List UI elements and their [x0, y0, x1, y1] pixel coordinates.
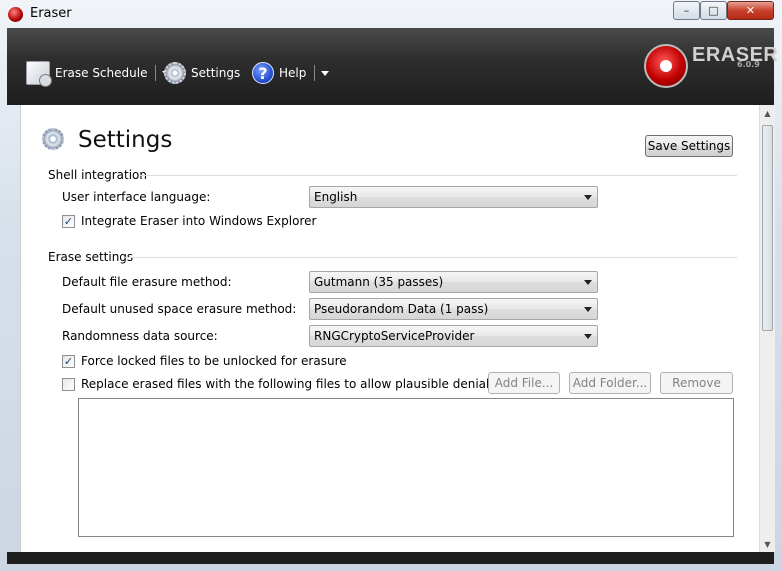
plausible-deniability-label: Replace erased files with the following … [81, 377, 516, 391]
help-menu[interactable]: ? Help [252, 60, 330, 86]
scroll-thumb[interactable] [762, 125, 773, 331]
brand-name: ERASER [692, 44, 779, 66]
eraser-app-icon [8, 7, 23, 22]
randomness-select[interactable]: RNGCryptoServiceProvider [309, 325, 598, 347]
help-label: Help [279, 66, 307, 80]
eraser-logo-icon [644, 44, 688, 88]
erase-schedule-menu[interactable]: Erase Schedule [26, 60, 171, 87]
add-folder-button[interactable]: Add Folder... [569, 372, 651, 394]
shell-integration-heading: Shell integration [48, 168, 148, 182]
language-select[interactable]: English [309, 186, 598, 208]
chevron-down-icon[interactable] [321, 70, 330, 76]
title-bar: Eraser – □ ✕ [0, 0, 782, 28]
chevron-down-icon [584, 195, 592, 200]
bottom-border [7, 552, 774, 564]
unused-method-select[interactable]: Pseudorandom Data (1 pass) [309, 298, 598, 320]
file-method-select[interactable]: Gutmann (35 passes) [309, 271, 598, 293]
save-settings-button[interactable]: Save Settings [645, 135, 733, 157]
help-icon: ? [252, 62, 274, 84]
settings-menu[interactable]: Settings [164, 60, 240, 86]
toolbar-separator [155, 65, 157, 81]
page-title: Settings [78, 127, 173, 153]
vertical-scrollbar[interactable]: ▲ ▼ [759, 105, 775, 552]
minimize-button[interactable]: – [673, 1, 700, 20]
integrate-explorer-label: Integrate Eraser into Windows Explorer [81, 214, 317, 228]
integrate-explorer-checkbox[interactable]: ✓ [62, 214, 75, 228]
settings-gear-icon [42, 128, 64, 150]
force-unlock-row[interactable]: ✓ Force locked files to be unlocked for … [62, 354, 347, 368]
unused-method-label: Default unused space erasure method: [62, 302, 297, 316]
add-file-button[interactable]: Add File... [488, 372, 560, 394]
toolbar-separator [314, 65, 316, 81]
file-method-label: Default file erasure method: [62, 275, 232, 289]
maximize-button[interactable]: □ [700, 1, 727, 20]
gear-icon [164, 62, 186, 84]
plausible-deniability-row[interactable]: Replace erased files with the following … [62, 377, 515, 391]
scroll-up-arrow-icon[interactable]: ▲ [760, 105, 775, 121]
window-frame: Eraser – □ ✕ Erase Schedule Settings ? H… [0, 0, 782, 571]
language-label: User interface language: [62, 190, 211, 204]
erase-settings-heading: Erase settings [48, 250, 134, 264]
plausible-deniability-file-list[interactable] [78, 398, 734, 537]
force-unlock-label: Force locked files to be unlocked for er… [81, 354, 347, 368]
group-divider [125, 257, 737, 258]
language-value: English [314, 190, 358, 204]
unused-method-value: Pseudorandom Data (1 pass) [314, 302, 489, 316]
plausible-deniability-checkbox[interactable] [62, 377, 75, 391]
settings-label: Settings [191, 66, 241, 80]
integrate-explorer-row[interactable]: ✓ Integrate Eraser into Windows Explorer [62, 214, 316, 228]
remove-button[interactable]: Remove [660, 372, 733, 394]
chevron-down-icon [584, 307, 592, 312]
erase-schedule-label: Erase Schedule [55, 66, 148, 80]
randomness-label: Randomness data source: [62, 329, 218, 343]
randomness-value: RNGCryptoServiceProvider [314, 329, 475, 343]
force-unlock-checkbox[interactable]: ✓ [62, 354, 75, 368]
file-method-value: Gutmann (35 passes) [314, 275, 444, 289]
brand-version: 6.0.9 [737, 60, 760, 69]
schedule-icon [26, 61, 52, 87]
group-divider [140, 175, 737, 176]
close-button[interactable]: ✕ [727, 1, 774, 20]
scroll-down-arrow-icon[interactable]: ▼ [760, 536, 775, 552]
chevron-down-icon [584, 334, 592, 339]
window-title: Eraser [30, 6, 72, 21]
chevron-down-icon [584, 280, 592, 285]
